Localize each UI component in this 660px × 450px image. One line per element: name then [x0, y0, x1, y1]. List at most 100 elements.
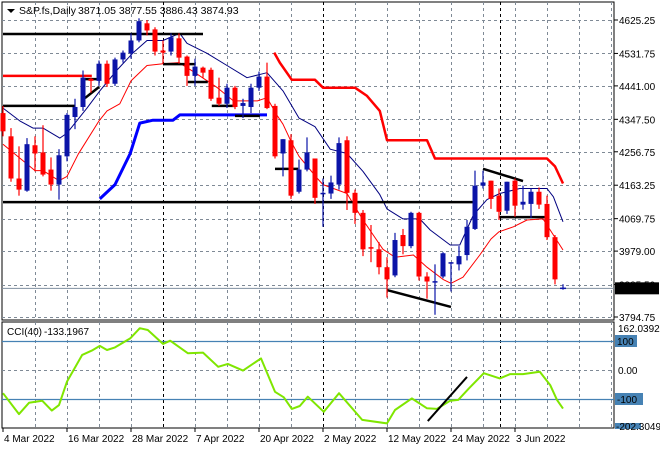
candle-body [32, 145, 38, 154]
candle-body [80, 77, 86, 107]
candle-body [208, 69, 214, 99]
candle-body [40, 152, 46, 175]
price-axis-label: 4625.25 [619, 16, 656, 27]
candle-body [496, 195, 502, 212]
candle-body [464, 226, 470, 256]
date-axis-label: 16 Mar 2022 [68, 434, 125, 445]
candle-body [24, 144, 30, 191]
candle-body [520, 201, 526, 205]
candle-body [352, 192, 358, 213]
date-axis-label: 7 Apr 2022 [196, 434, 245, 445]
candle[interactable] [312, 158, 318, 204]
candle-body [232, 87, 238, 107]
candle-body [184, 56, 190, 76]
candle[interactable] [152, 27, 158, 56]
candle-body [392, 240, 398, 276]
candle-body [240, 103, 246, 106]
date-axis-label: 24 May 2022 [452, 434, 510, 445]
candle[interactable] [24, 138, 30, 192]
candle[interactable] [416, 211, 422, 281]
candle-body [112, 59, 118, 84]
price-axis-label: 4531.75 [619, 49, 656, 60]
candle-body [104, 63, 110, 84]
candle[interactable] [112, 57, 118, 86]
candle-body [432, 281, 438, 283]
candle-body [424, 276, 430, 282]
candle-body [320, 192, 326, 195]
candle-body [288, 140, 294, 196]
cci-title: CCI(40) [7, 327, 42, 338]
price-axis-label: 4441.00 [619, 82, 656, 93]
chart-ohlc-values: 3871.05 3877.55 3886.43 3874.93 [78, 5, 239, 17]
candle-body [360, 212, 366, 250]
candle-body [192, 66, 198, 76]
price-axis-label: 3979.00 [619, 247, 656, 258]
candle-body [16, 178, 22, 190]
candle-body [128, 40, 134, 54]
candle-body [488, 180, 494, 199]
date-axis-label: 4 Mar 2022 [4, 434, 55, 445]
candle-body [168, 37, 174, 52]
candle[interactable] [440, 252, 446, 279]
price-axis-label: 4256.75 [619, 148, 656, 159]
candle-body [504, 181, 510, 211]
cci-axis-min-label: -202.3049 [616, 422, 660, 433]
candle-body [448, 262, 454, 264]
cci-axis-lower-label: -100 [617, 395, 637, 406]
candle-body [88, 78, 94, 81]
chart-symbol-title: S&P.fs,Daily [19, 5, 77, 17]
candle-body [264, 76, 270, 109]
candle-body [376, 249, 382, 268]
candle[interactable] [136, 18, 142, 43]
candle-body [456, 256, 462, 265]
candle-body [440, 253, 446, 277]
candle[interactable] [552, 235, 558, 285]
candle-body [416, 212, 422, 277]
candle[interactable] [232, 85, 238, 110]
candle[interactable] [336, 137, 342, 190]
candle-body [408, 212, 414, 247]
candle-body [384, 267, 390, 280]
candle[interactable] [208, 67, 214, 101]
cci-value: -133.1967 [44, 327, 89, 338]
price-axis-label: 3794.75 [619, 313, 656, 324]
cci-axis-zero-label: 0.00 [618, 366, 638, 377]
date-axis-label: 20 Apr 2022 [260, 434, 314, 445]
candle[interactable] [272, 103, 278, 159]
candle-body [224, 87, 230, 104]
candle[interactable] [360, 209, 366, 257]
candle-body [136, 21, 142, 41]
trading-chart[interactable]: 4625.25 4531.75 4441.00 4347.50 4256.75 4163.… [0, 0, 660, 450]
candle[interactable] [408, 211, 414, 249]
candle-body [152, 29, 158, 52]
candle[interactable] [104, 60, 110, 87]
candle-body [176, 38, 182, 58]
date-axis-label: 28 Mar 2022 [132, 434, 189, 445]
candle[interactable] [64, 113, 70, 162]
candle-body [64, 114, 70, 157]
candle-body [280, 139, 286, 154]
candle-body [96, 63, 102, 81]
candle-body [336, 143, 342, 185]
candle-body [48, 169, 54, 185]
candle-body [328, 182, 334, 194]
date-axis-label: 12 May 2022 [388, 434, 446, 445]
candle-body [248, 87, 254, 107]
candle-body [272, 105, 278, 157]
candle-body [472, 185, 478, 229]
price-axis-label: 4347.50 [619, 115, 656, 126]
date-axis-label: 3 Jun 2022 [516, 434, 566, 445]
cci-axis-max-label: 162.0392 [618, 324, 660, 335]
candle-body [56, 155, 62, 185]
candle-body [552, 237, 558, 280]
candle[interactable] [288, 134, 294, 199]
candle-body [528, 191, 534, 204]
candle-body [72, 106, 78, 118]
candle-body [160, 50, 166, 53]
date-axis-label: 2 May 2022 [324, 434, 377, 445]
candle[interactable] [504, 181, 510, 214]
candle-body [304, 152, 310, 170]
candle-body [144, 23, 150, 31]
price-axis-label: 4163.25 [619, 181, 656, 192]
candle-body [312, 158, 318, 198]
